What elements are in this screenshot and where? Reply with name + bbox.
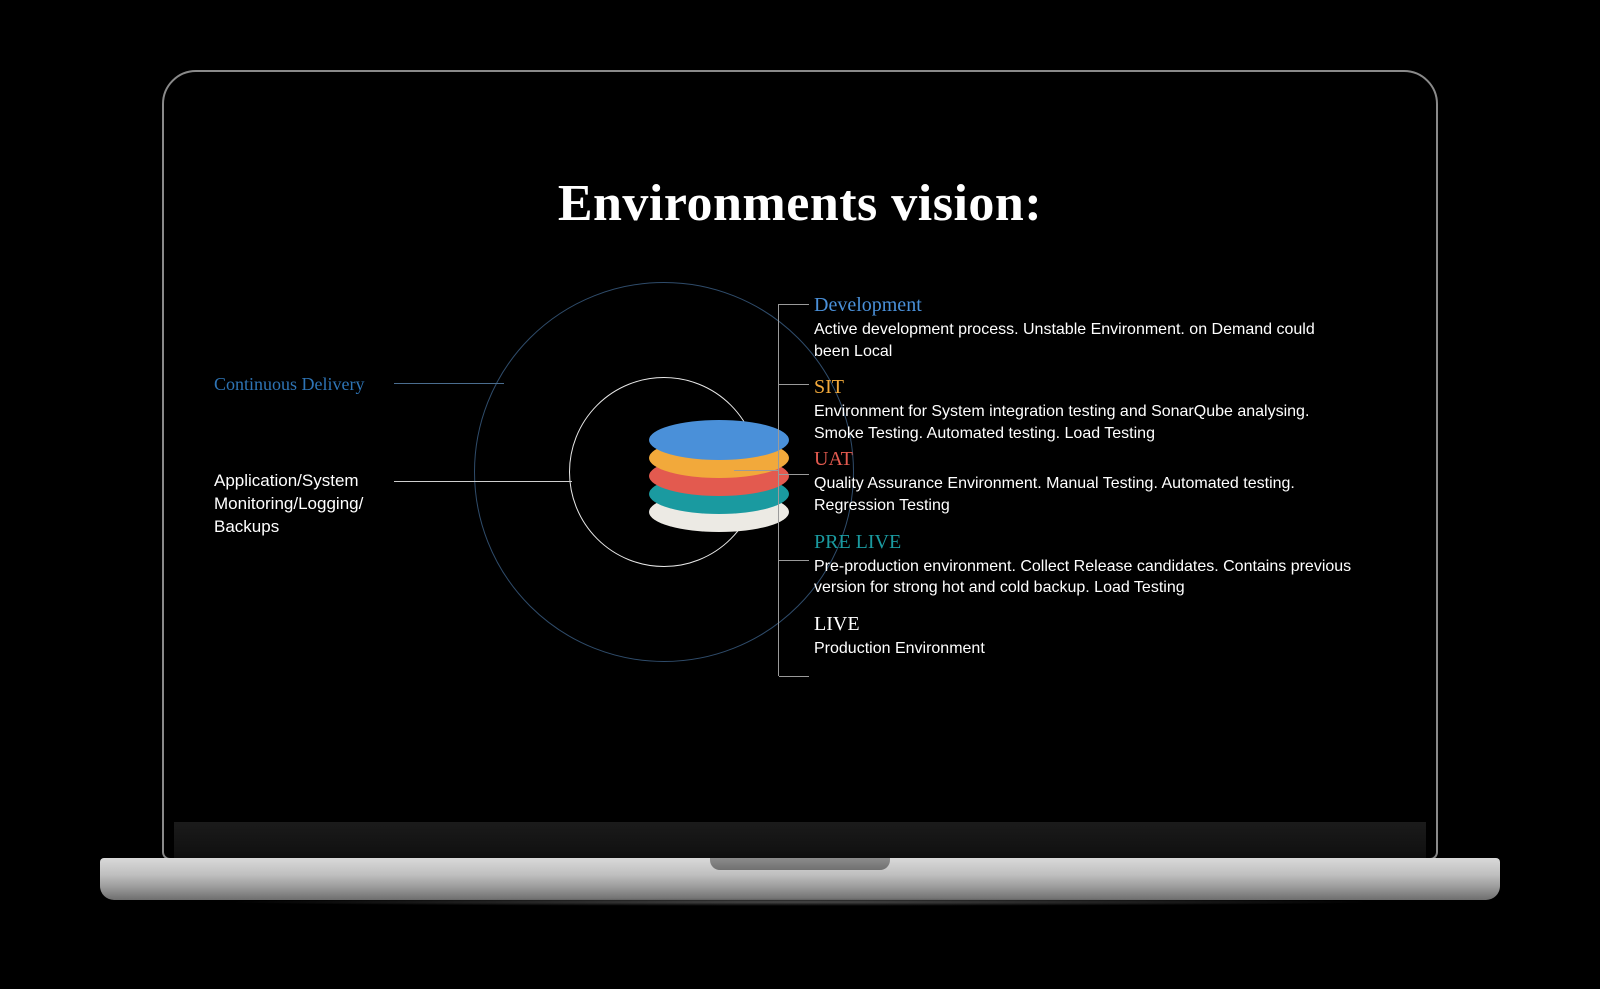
env-sit: SIT Environment for System integration t… — [814, 376, 1354, 444]
env-prelive: PRE LIVE Pre-production environment. Col… — [814, 531, 1354, 599]
env-title: UAT — [814, 448, 1354, 471]
connector-tick-icon — [779, 384, 809, 385]
laptop-screen: Environments vision: Continuous Delivery… — [174, 82, 1426, 858]
laptop-base — [100, 858, 1500, 900]
slide-title: Environments vision: — [174, 174, 1426, 233]
env-desc: Environment for System integration testi… — [814, 401, 1354, 444]
connector-line-icon — [734, 470, 778, 471]
env-desc: Quality Assurance Environment. Manual Te… — [814, 473, 1354, 516]
environment-stack-icon — [649, 412, 789, 532]
env-title: SIT — [814, 376, 1354, 399]
env-live: LIVE Production Environment — [814, 613, 1354, 660]
layer-dev-icon — [649, 420, 789, 460]
laptop-frame: Environments vision: Continuous Delivery… — [162, 70, 1438, 860]
connector-line-icon — [394, 383, 504, 384]
env-desc: Pre-production environment. Collect Rele… — [814, 556, 1354, 599]
env-desc: Active development process. Unstable Env… — [814, 319, 1354, 362]
env-desc: Production Environment — [814, 638, 1354, 660]
label-monitoring: Application/System Monitoring/Logging/ B… — [214, 470, 414, 539]
connector-bracket-icon — [778, 304, 809, 676]
stage: Environments vision: Continuous Delivery… — [0, 0, 1600, 989]
connector-tick-icon — [779, 560, 809, 561]
env-title: Development — [814, 294, 1354, 317]
connector-tick-icon — [779, 474, 809, 475]
env-title: LIVE — [814, 613, 1354, 636]
env-title: PRE LIVE — [814, 531, 1354, 554]
connector-tick-icon — [779, 304, 809, 305]
env-development: Development Active development process. … — [814, 294, 1354, 362]
laptop-shadow-icon — [220, 898, 1380, 906]
connector-line-icon — [394, 481, 572, 482]
environment-list: Development Active development process. … — [814, 294, 1354, 673]
label-continuous-delivery: Continuous Delivery — [214, 372, 365, 396]
env-uat: UAT Quality Assurance Environment. Manua… — [814, 448, 1354, 516]
connector-tick-icon — [779, 676, 809, 677]
laptop-touchbar — [174, 822, 1426, 858]
